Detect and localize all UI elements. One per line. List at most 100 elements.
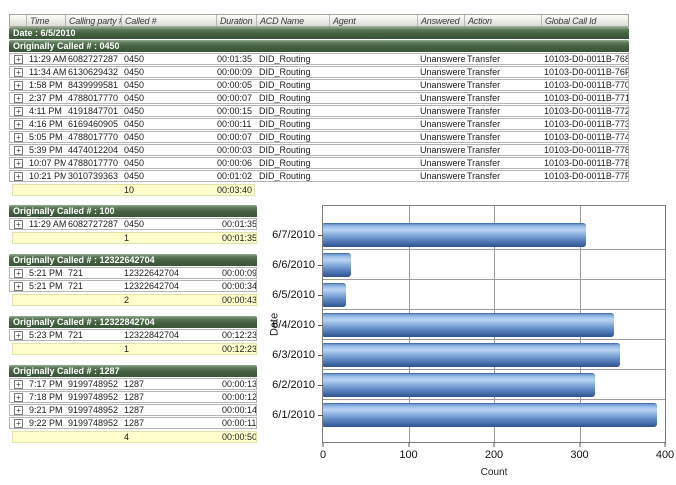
cell-duration: 00:00:11 (222, 418, 256, 428)
cell-time: 5:05 PM (27, 132, 66, 142)
call-row[interactable]: 4:11 PM 4191847701 0450 00:00:15 DID_Rou… (9, 105, 629, 117)
called-group-header: Originally Called # : 1287 (9, 365, 257, 377)
column-header-agent[interactable]: Agent (330, 15, 418, 26)
call-row[interactable]: 5:21 PM 721 12322642704 00:00:09 (9, 267, 257, 279)
cell-called: 0450 (122, 171, 217, 181)
call-row[interactable]: 5:39 PM 4474012204 0450 00:00:03 DID_Rou… (9, 144, 629, 156)
expand-icon[interactable] (14, 107, 23, 116)
column-header-acd-name[interactable]: ACD Name (257, 15, 330, 26)
cell-answered: Unanswered (418, 93, 465, 103)
call-row[interactable]: 7:17 PM 9199748952 1287 00:00:13 (9, 378, 257, 390)
y-tick-label: 6/2/2010 (272, 379, 315, 391)
x-axis-ticks-layer: 0100200300400 (323, 206, 665, 442)
cell-acd-name: DID_Routing (257, 119, 330, 129)
cell-global-call-id: 10103-D0-0011B-774 (542, 132, 628, 142)
cell-time: 7:18 PM (27, 392, 66, 402)
call-row[interactable]: 2:37 PM 4788017770 0450 00:00:07 DID_Rou… (9, 92, 629, 104)
column-header-calling-party[interactable]: Calling party # (66, 15, 122, 26)
call-row[interactable]: 5:21 PM 721 12322642704 00:00:34 (9, 280, 257, 292)
summary-count: 2 (122, 295, 222, 305)
cell-answered: Unanswered (418, 119, 465, 129)
cell-called: 12322642704 (122, 281, 222, 291)
call-row[interactable]: 5:23 PM 721 12322842704 00:12:23 (9, 329, 257, 341)
expand-icon[interactable] (14, 220, 23, 229)
cell-duration: 00:00:13 (222, 379, 256, 389)
cell-time: 2:37 PM (27, 93, 66, 103)
expand-icon[interactable] (14, 120, 23, 129)
call-row[interactable]: 11:29 AM 6082727287 0450 00:01:35 DID_Ro… (9, 53, 629, 65)
expand-icon[interactable] (14, 282, 23, 291)
cell-calling-party: 721 (66, 330, 122, 340)
expand-icon[interactable] (14, 419, 23, 428)
call-row[interactable]: 10:07 PM 4788017770 0450 00:00:06 DID_Ro… (9, 157, 629, 169)
column-header-answered[interactable]: Answered (418, 15, 465, 26)
cell-agent (330, 158, 418, 168)
cell-calling-party: 9199748952 (66, 405, 122, 415)
cell-answered: Unanswered (418, 67, 465, 77)
expand-icon[interactable] (14, 146, 23, 155)
sub-rows-container: 5:23 PM 721 12322842704 00:12:23 (9, 329, 257, 341)
column-header-duration[interactable]: Duration (217, 15, 257, 26)
expand-icon[interactable] (14, 380, 23, 389)
column-header-called[interactable]: Called # (122, 15, 217, 26)
cell-called: 0450 (122, 93, 217, 103)
cell-agent (330, 145, 418, 155)
expand-icon[interactable] (14, 81, 23, 90)
cell-duration: 00:00:34 (222, 281, 256, 291)
summary-duration: 00:12:23 (222, 344, 256, 354)
column-header-action[interactable]: Action (465, 15, 542, 26)
called-group-header: Originally Called # : 0450 (9, 40, 629, 52)
call-row[interactable]: 9:22 PM 9199748952 1287 00:00:11 (9, 417, 257, 429)
cell-agent (330, 119, 418, 129)
cell-called: 0450 (122, 67, 217, 77)
cell-calling-party: 9199748952 (66, 392, 122, 402)
call-group-section: Originally Called # : 12322842704 5:23 P… (9, 316, 257, 355)
expand-icon[interactable] (14, 172, 23, 181)
column-header-expand (10, 15, 27, 26)
call-row[interactable]: 9:21 PM 9199748952 1287 00:00:14 (9, 404, 257, 416)
column-header-time[interactable]: Time (27, 15, 66, 26)
cell-calling-party: 8439999581 (66, 80, 122, 90)
expand-icon[interactable] (14, 406, 23, 415)
cell-time: 7:17 PM (27, 379, 66, 389)
cell-agent (330, 171, 418, 181)
call-row[interactable]: 10:21 PM 3010739363 0450 00:01:02 DID_Ro… (9, 170, 629, 182)
cell-answered: Unanswered (418, 158, 465, 168)
x-tick-mark (323, 442, 324, 447)
call-group-section: Originally Called # : 1287 7:17 PM 91997… (9, 365, 257, 443)
cell-time: 5:23 PM (27, 330, 66, 340)
call-row[interactable]: 1:58 PM 8439999581 0450 00:00:05 DID_Rou… (9, 79, 629, 91)
call-row[interactable]: 11:34 AM 6130629432 0450 00:00:09 DID_Ro… (9, 66, 629, 78)
call-group-section: Originally Called # : 12322642704 5:21 P… (9, 254, 257, 306)
expand-icon[interactable] (14, 269, 23, 278)
expand-icon[interactable] (14, 133, 23, 142)
call-row[interactable]: 11:29 AM 6082727287 0450 00:01:35 (9, 218, 257, 230)
cell-calling-party: 9199748952 (66, 418, 122, 428)
cell-acd-name: DID_Routing (257, 80, 330, 90)
y-tick-label: 6/6/2010 (272, 259, 315, 271)
expand-icon[interactable] (14, 393, 23, 402)
call-row[interactable]: 4:16 PM 6169460905 0450 00:00:11 DID_Rou… (9, 118, 629, 130)
expand-icon[interactable] (14, 331, 23, 340)
cell-duration: 00:00:14 (222, 405, 256, 415)
expand-icon[interactable] (14, 55, 23, 64)
cell-acd-name: DID_Routing (257, 93, 330, 103)
summary-count: 4 (122, 432, 222, 442)
cell-duration: 00:01:35 (217, 54, 257, 64)
y-tick-label: 6/7/2010 (272, 229, 315, 241)
called-group-header: Originally Called # : 12322642704 (9, 254, 257, 266)
cell-duration: 00:00:05 (217, 80, 257, 90)
expand-icon[interactable] (14, 68, 23, 77)
call-row[interactable]: 5:05 PM 4788017770 0450 00:00:07 DID_Rou… (9, 131, 629, 143)
cell-called: 1287 (122, 405, 222, 415)
called-group-header: Originally Called # : 100 (9, 205, 257, 217)
column-header-global-call-id[interactable]: Global Call Id (542, 15, 628, 26)
call-row[interactable]: 7:18 PM 9199748952 1287 00:00:12 (9, 391, 257, 403)
expand-icon[interactable] (14, 159, 23, 168)
expand-icon[interactable] (14, 94, 23, 103)
summary-duration: 00:00:43 (222, 295, 256, 305)
y-tick-label: 6/5/2010 (272, 289, 315, 301)
y-tick-label: 6/4/2010 (272, 319, 315, 331)
x-tick-label: 0 (320, 449, 326, 461)
cell-duration: 00:00:07 (217, 93, 257, 103)
